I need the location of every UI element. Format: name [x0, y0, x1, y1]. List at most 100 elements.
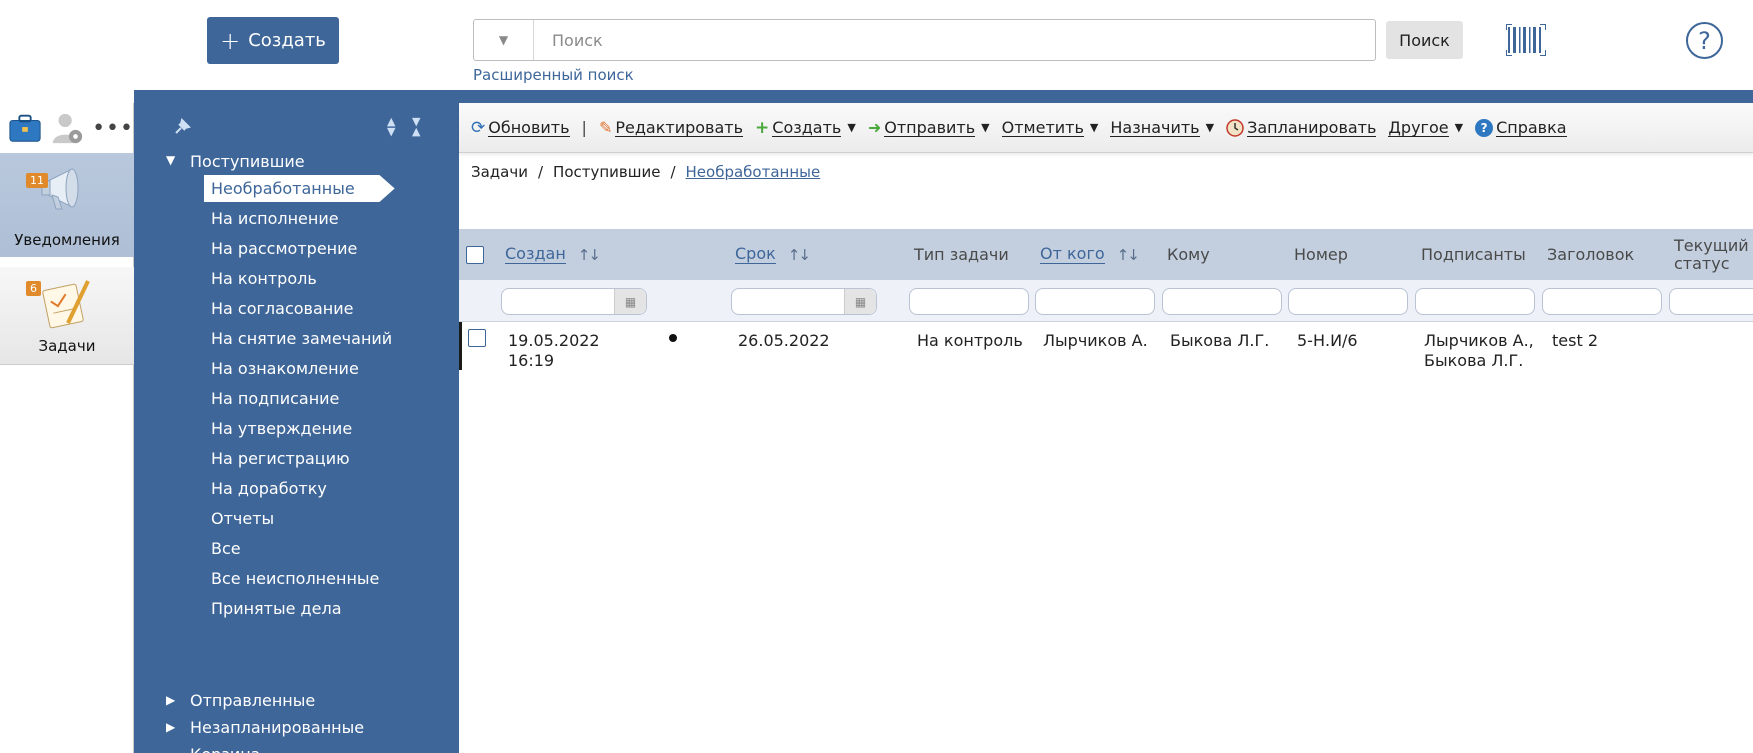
folder-tree: ▲ ▼ ▼ ▲ ▼ Поступившие Необработанные На исп…	[134, 103, 459, 753]
tasks-badge: 6	[26, 281, 41, 296]
tree-item[interactable]: Все неисполненные	[211, 569, 379, 588]
filter-to[interactable]	[1162, 288, 1282, 315]
expand-collapse-icon[interactable]: ▲ ▼	[387, 116, 395, 137]
tree-item[interactable]: Отчеты	[211, 509, 274, 528]
tree-item[interactable]: На снятие замечаний	[211, 329, 392, 348]
clock-icon	[1226, 118, 1244, 137]
tree-unplanned[interactable]: Незапланированные	[190, 718, 364, 737]
table-row[interactable]: 19.05.2022 16:19 26.05.2022 На контроль …	[459, 322, 1753, 370]
tree-item[interactable]: На ознакомление	[211, 359, 359, 378]
assign-menu[interactable]: Назначить ▼	[1110, 119, 1214, 137]
filter-from[interactable]	[1035, 288, 1155, 315]
tasks-tile[interactable]: 6 Задачи	[0, 267, 156, 365]
other-menu[interactable]: Другое ▼	[1388, 119, 1463, 137]
create-button[interactable]: + Создать	[207, 17, 339, 64]
select-all-checkbox[interactable]	[466, 245, 484, 264]
mark-menu[interactable]: Отметить ▼	[1001, 119, 1099, 137]
edit-button[interactable]: ✎ Редактировать	[599, 118, 744, 137]
help-icon[interactable]: ?	[1686, 22, 1723, 59]
filter-title[interactable]	[1542, 288, 1662, 315]
advanced-search-link[interactable]: Расширенный поиск	[473, 66, 634, 84]
col-to: Кому	[1167, 245, 1210, 264]
tasks-icon	[42, 280, 90, 329]
user-settings-icon[interactable]	[50, 110, 84, 146]
plus-icon: +	[755, 117, 770, 138]
col-created[interactable]: Создан ↑↓	[505, 229, 601, 280]
search-dropdown[interactable]: ▼	[474, 20, 534, 60]
cell-type: На контроль	[917, 331, 1023, 350]
collapse-all-icon[interactable]: ▼ ▲	[412, 116, 420, 137]
tree-item[interactable]: На рассмотрение	[211, 239, 357, 258]
tree-item[interactable]: На согласование	[211, 299, 353, 318]
search-button[interactable]: Поиск	[1386, 21, 1463, 59]
tree-item[interactable]: Необработанные	[204, 175, 395, 202]
tasks-label: Задачи	[38, 337, 96, 355]
cell-title: test 2	[1552, 331, 1598, 350]
caret-down-icon: ▼	[1205, 121, 1215, 134]
cell-from: Лырчиков А.	[1043, 331, 1148, 350]
col-from[interactable]: От кого ↑↓	[1040, 229, 1140, 280]
filter-due[interactable]: ▦	[731, 288, 877, 315]
header-band	[134, 90, 1753, 103]
breadcrumb: Задачи / Поступившие / Необработанные	[471, 163, 821, 181]
col-type: Тип задачи	[914, 245, 1009, 264]
more-icon[interactable]: •••	[92, 116, 134, 141]
collapsed-triangle-icon[interactable]: ▶	[166, 693, 175, 707]
notifications-label: Уведомления	[14, 231, 120, 249]
cell-to: Быкова Л.Г.	[1170, 331, 1270, 350]
sort-icon[interactable]: ↑↓	[1117, 246, 1140, 264]
pin-icon[interactable]	[172, 117, 192, 137]
schedule-button[interactable]: Запланировать	[1226, 118, 1377, 137]
filter-status[interactable]	[1669, 288, 1753, 315]
breadcrumb-tasks[interactable]: Задачи	[471, 163, 528, 181]
caret-down-icon: ▼	[981, 121, 990, 134]
sort-icon[interactable]: ↑↓	[788, 246, 811, 264]
filter-created[interactable]: ▦	[501, 288, 647, 315]
expanded-triangle-icon[interactable]: ▼	[166, 153, 175, 167]
breadcrumb-incoming[interactable]: Поступившие	[553, 163, 660, 181]
row-checkbox[interactable]	[468, 329, 486, 347]
barcode-icon[interactable]	[1506, 24, 1546, 56]
tree-item[interactable]: На доработку	[211, 479, 327, 498]
tree-item[interactable]: На регистрацию	[211, 449, 350, 468]
tree-item[interactable]: Все	[211, 539, 241, 558]
collapsed-triangle-icon[interactable]: ▶	[166, 720, 175, 734]
tree-item[interactable]: На утверждение	[211, 419, 352, 438]
calendar-icon[interactable]: ▦	[844, 289, 876, 314]
caret-down-icon: ▼	[1454, 121, 1464, 134]
search-box: ▼	[473, 19, 1376, 61]
tree-item[interactable]: На исполнение	[211, 209, 339, 228]
tree-item[interactable]: На подписание	[211, 389, 339, 408]
refresh-button[interactable]: ⟳ Обновить	[471, 118, 570, 138]
help-button[interactable]: ? Справка	[1475, 118, 1567, 137]
breadcrumb-current[interactable]: Необработанные	[686, 163, 821, 181]
toolbar-separator: |	[581, 118, 587, 137]
send-menu[interactable]: ➜ Отправить ▼	[868, 118, 990, 137]
cell-signers: Лырчиков А., Быкова Л.Г.	[1424, 331, 1534, 370]
tree-item[interactable]: Принятые дела	[211, 599, 342, 618]
col-title: Заголовок	[1547, 245, 1635, 264]
main-toolbar: ⟳ Обновить | ✎ Редактировать + Создать ▼…	[459, 103, 1753, 153]
briefcase-icon[interactable]	[8, 110, 42, 146]
filter-number[interactable]	[1288, 288, 1408, 315]
megaphone-icon	[41, 168, 79, 210]
question-icon: ?	[1475, 118, 1494, 137]
notifications-tile[interactable]: 11 Уведомления	[0, 153, 134, 257]
cell-created: 19.05.2022 16:19	[508, 331, 600, 370]
refresh-icon: ⟳	[471, 117, 486, 138]
search-input[interactable]	[534, 20, 1375, 60]
filter-type[interactable]	[909, 288, 1029, 315]
caret-down-icon: ▼	[1089, 121, 1099, 134]
tree-incoming[interactable]: Поступившие	[190, 152, 305, 171]
calendar-icon[interactable]: ▦	[614, 289, 646, 314]
sort-icon[interactable]: ↑↓	[578, 246, 601, 264]
filter-signers[interactable]	[1415, 288, 1535, 315]
tree-sent[interactable]: Отправленные	[190, 691, 315, 710]
col-due[interactable]: Срок ↑↓	[735, 229, 811, 280]
plus-icon: +	[220, 26, 241, 55]
tree-trash[interactable]: Корзина	[190, 745, 260, 753]
select-all-checkbox-cell	[466, 229, 484, 280]
tree-item[interactable]: На контроль	[211, 269, 317, 288]
filter-row: ▦ ▦	[459, 280, 1753, 322]
create-menu[interactable]: + Создать ▼	[755, 118, 856, 138]
